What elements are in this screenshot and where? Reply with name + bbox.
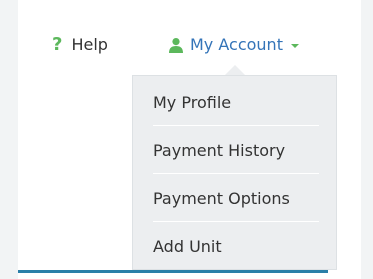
menu-item-add-unit[interactable]: Add Unit xyxy=(153,222,319,270)
my-account-dropdown-toggle[interactable]: My Account xyxy=(168,32,299,58)
caret-down-icon xyxy=(290,44,299,48)
help-link[interactable]: ? Help xyxy=(52,32,108,58)
help-label: Help xyxy=(71,35,108,54)
menu-item-my-profile[interactable]: My Profile xyxy=(153,78,319,126)
user-icon xyxy=(168,37,184,53)
viewport: ? Help My Account My Profile Payment His… xyxy=(0,0,373,279)
menu-item-payment-history[interactable]: Payment History xyxy=(153,126,319,174)
my-account-label: My Account xyxy=(190,35,283,54)
dropdown-pointer xyxy=(225,65,245,75)
page-underline xyxy=(18,270,328,273)
account-dropdown-menu: My Profile Payment History Payment Optio… xyxy=(132,75,337,270)
menu-item-payment-options[interactable]: Payment Options xyxy=(153,174,319,222)
question-mark-icon: ? xyxy=(52,34,63,55)
